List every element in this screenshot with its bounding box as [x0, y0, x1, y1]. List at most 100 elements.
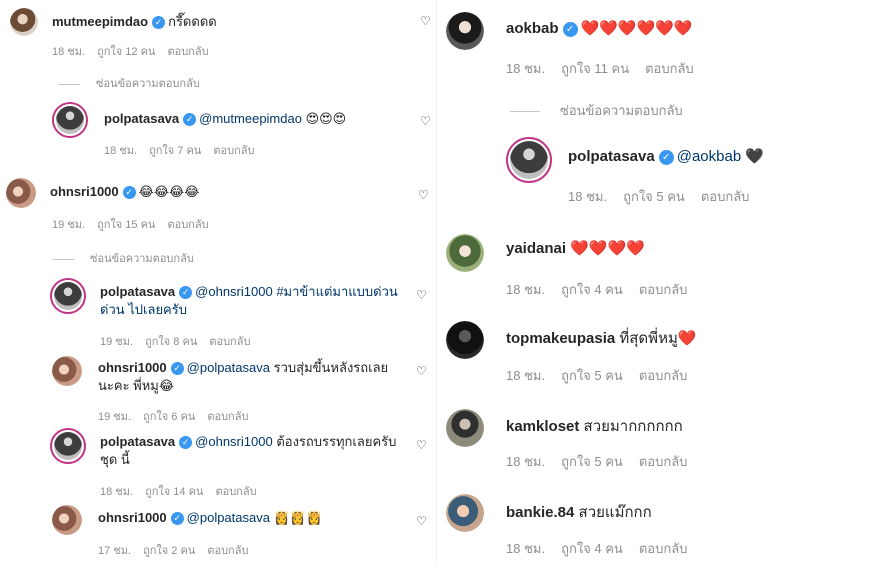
reply: polpatasava ✓ @ohnsri1000 ต้องรถบรรทุกเลยค…	[100, 433, 406, 469]
username[interactable]: bankie.84	[506, 504, 574, 521]
reply-button[interactable]: ตอบกลับ	[207, 411, 248, 423]
username[interactable]: polpatasava	[104, 111, 179, 126]
timestamp: 19 ชม.	[52, 219, 86, 231]
hide-replies-button[interactable]: ซ่อนข้อความตอบกลับ	[52, 249, 194, 267]
comment: ohnsri1000 ✓ 😂😂😂😂	[50, 184, 199, 200]
like-count[interactable]: ถูกใจ 6 คน	[143, 411, 195, 423]
avatar[interactable]	[10, 8, 38, 36]
reply-button[interactable]: ตอบกลับ	[207, 545, 248, 557]
timestamp: 18 ชม.	[52, 46, 86, 58]
avatar[interactable]	[506, 137, 552, 183]
username[interactable]: kamkloset	[506, 418, 579, 435]
username[interactable]: aokbab	[506, 20, 559, 37]
avatar[interactable]	[446, 234, 484, 272]
reply-button[interactable]: ตอบกลับ	[213, 145, 254, 157]
avatar[interactable]	[446, 409, 484, 447]
username[interactable]: ohnsri1000	[98, 510, 167, 525]
comment-text: 🖤	[745, 148, 765, 165]
comment-meta: 18 ชม. ถูกใจ 11 คน ตอบกลับ	[506, 58, 710, 79]
like-count[interactable]: ถูกใจ 5 คน	[561, 454, 623, 469]
verified-badge-icon: ✓	[170, 512, 184, 525]
username[interactable]: ohnsri1000	[50, 184, 119, 199]
like-count[interactable]: ถูกใจ 11 คน	[561, 61, 629, 76]
username[interactable]: mutmeepimdao	[52, 14, 148, 29]
comment-text: ที่สุดพี่หมู❤️	[619, 330, 697, 347]
hide-replies-button[interactable]: ซ่อนข้อความตอบกลับ	[58, 74, 200, 92]
like-count[interactable]: ถูกใจ 4 คน	[561, 541, 623, 556]
left-comments-panel: mutmeepimdao ✓ กรี๊ดดดด ♡ 18 ชม. ถูกใจ 12 ค…	[0, 0, 436, 566]
mention[interactable]: @polpatasava	[187, 360, 270, 375]
like-count[interactable]: ถูกใจ 4 คน	[561, 282, 623, 297]
mention[interactable]: @ohnsri1000	[195, 434, 273, 449]
avatar[interactable]	[50, 428, 86, 464]
timestamp: 18 ชม.	[506, 454, 546, 469]
verified-badge-icon: ✓	[179, 286, 193, 299]
username[interactable]: yaidanai	[506, 240, 566, 257]
comment-meta: 18 ชม. ถูกใจ 12 คน ตอบกลับ	[52, 42, 221, 60]
mention[interactable]: @polpatasava	[187, 510, 270, 525]
like-count[interactable]: ถูกใจ 8 คน	[145, 336, 197, 348]
comment-text: 😍😍😍	[305, 111, 347, 126]
avatar[interactable]	[446, 494, 484, 532]
reply-button[interactable]: ตอบกลับ	[639, 368, 688, 383]
mention[interactable]: @ohnsri1000	[195, 284, 273, 299]
like-count[interactable]: ถูกใจ 12 คน	[97, 46, 155, 58]
avatar[interactable]	[6, 178, 36, 208]
username[interactable]: polpatasava	[100, 434, 175, 449]
comment: mutmeepimdao ✓ กรี๊ดดดด	[52, 11, 217, 32]
mention[interactable]: @mutmeepimdao	[199, 111, 302, 126]
verified-badge-icon: ✓	[170, 362, 184, 375]
username[interactable]: ohnsri1000	[98, 360, 167, 375]
reply-button[interactable]: ตอบกลับ	[639, 541, 688, 556]
reply: polpatasava ✓ @mutmeepimdao 😍😍😍	[104, 111, 346, 127]
mention[interactable]: @aokbab	[677, 148, 741, 165]
timestamp: 18 ชม.	[506, 368, 546, 383]
username[interactable]: topmakeupasia	[506, 330, 615, 347]
hide-replies-button[interactable]: ซ่อนข้อความตอบกลับ	[510, 100, 683, 121]
reply-button[interactable]: ตอบกลับ	[215, 486, 256, 498]
like-count[interactable]: ถูกใจ 5 คน	[623, 189, 685, 204]
heart-outline-icon[interactable]: ♡	[416, 514, 427, 528]
comment-text: สวยมากกกกกก	[583, 418, 683, 435]
like-count[interactable]: ถูกใจ 2 คน	[143, 545, 195, 557]
reply-button[interactable]: ตอบกลับ	[167, 46, 208, 58]
reply-button[interactable]: ตอบกลับ	[645, 61, 694, 76]
like-count[interactable]: ถูกใจ 15 คน	[97, 219, 155, 231]
timestamp: 17 ชม.	[98, 545, 132, 557]
heart-outline-icon[interactable]: ♡	[416, 364, 427, 378]
reply-button[interactable]: ตอบกลับ	[639, 282, 688, 297]
verified-badge-icon: ✓	[152, 16, 166, 29]
comment: kamkloset สวยมากกกกกก	[506, 414, 683, 438]
avatar[interactable]	[52, 102, 88, 138]
heart-outline-icon[interactable]: ♡	[416, 288, 427, 302]
heart-outline-icon[interactable]: ♡	[418, 188, 429, 202]
reply: polpatasava ✓ @ohnsri1000 #มาข้าแต่มาแบบด่…	[100, 283, 400, 319]
avatar[interactable]	[52, 505, 82, 535]
heart-outline-icon[interactable]: ♡	[420, 114, 431, 128]
avatar[interactable]	[52, 356, 82, 386]
reply-button[interactable]: ตอบกลับ	[701, 189, 750, 204]
timestamp: 18 ชม.	[100, 486, 134, 498]
reply-button[interactable]: ตอบกลับ	[639, 454, 688, 469]
timestamp: 18 ชม.	[104, 145, 138, 157]
heart-outline-icon[interactable]: ♡	[416, 438, 427, 452]
comment: aokbab ✓ ❤️❤️❤️❤️❤️❤️	[506, 19, 693, 37]
reply: ohnsri1000 ✓ @polpatasava รวบสุ่มขึ้นหลังร…	[98, 359, 404, 395]
avatar[interactable]	[446, 12, 484, 50]
like-count[interactable]: ถูกใจ 14 คน	[145, 486, 203, 498]
like-count[interactable]: ถูกใจ 7 คน	[149, 145, 201, 157]
avatar[interactable]	[446, 321, 484, 359]
username[interactable]: polpatasava	[568, 148, 655, 165]
like-count[interactable]: ถูกใจ 5 คน	[561, 368, 623, 383]
comment-meta: 19 ชม. ถูกใจ 8 คน ตอบกลับ	[100, 332, 262, 350]
username[interactable]: polpatasava	[100, 284, 175, 299]
reply-button[interactable]: ตอบกลับ	[209, 336, 250, 348]
heart-outline-icon[interactable]: ♡	[420, 14, 431, 28]
timestamp: 19 ชม.	[98, 411, 132, 423]
avatar[interactable]	[50, 278, 86, 314]
timestamp: 18 ชม.	[506, 61, 546, 76]
comment-meta: 18 ชม. ถูกใจ 14 คน ตอบกลับ	[100, 482, 269, 500]
comment-meta: 17 ชม. ถูกใจ 2 คน ตอบกลับ	[98, 541, 260, 559]
verified-badge-icon: ✓	[562, 22, 578, 37]
reply-button[interactable]: ตอบกลับ	[167, 219, 208, 231]
